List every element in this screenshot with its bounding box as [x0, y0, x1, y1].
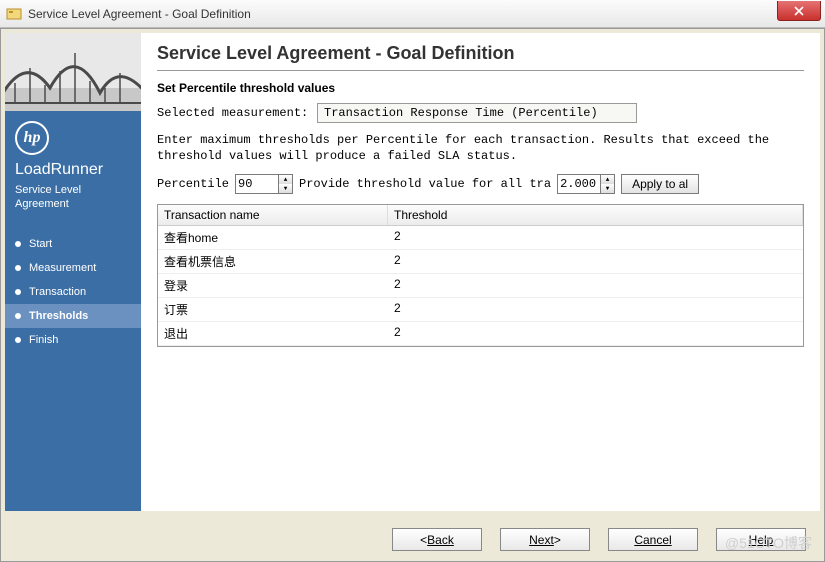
selected-measurement-row: Selected measurement: Transaction Respon…	[157, 103, 804, 123]
step-measurement[interactable]: Measurement	[5, 256, 141, 280]
cell-name: 订票	[158, 298, 388, 321]
header-threshold[interactable]: Threshold	[388, 205, 803, 225]
step-label: Transaction	[29, 286, 86, 298]
table-row[interactable]: 退出2	[158, 322, 803, 346]
back-label: Back	[427, 533, 454, 547]
window-title: Service Level Agreement - Goal Definitio…	[28, 7, 251, 21]
cell-name: 退出	[158, 322, 388, 345]
cell-threshold: 2	[388, 250, 803, 273]
cell-threshold: 2	[388, 298, 803, 321]
table-row[interactable]: 查看home2	[158, 226, 803, 250]
apply-to-all-button[interactable]: Apply to al	[621, 174, 699, 194]
content-area: hp LoadRunner Service Level Agreement St…	[5, 33, 820, 511]
threshold-spinner[interactable]: ▲▼	[557, 174, 615, 194]
step-start[interactable]: Start	[5, 232, 141, 256]
instructions-text: Enter maximum thresholds per Percentile …	[157, 133, 804, 164]
bullet-icon	[15, 289, 21, 295]
step-thresholds[interactable]: Thresholds	[5, 304, 141, 328]
sidebar-brand: hp LoadRunner Service Level Agreement	[5, 111, 141, 226]
spin-down-icon[interactable]: ▼	[279, 184, 292, 193]
selected-measurement-label: Selected measurement:	[157, 106, 317, 120]
help-label: Help	[749, 533, 774, 547]
cell-name: 查看home	[158, 226, 388, 249]
app-icon	[6, 6, 22, 22]
percentile-input[interactable]	[235, 174, 279, 194]
main-content: Service Level Agreement - Goal Definitio…	[141, 33, 820, 511]
cancel-button[interactable]: Cancel	[608, 528, 698, 551]
next-label: Next	[529, 533, 554, 547]
subproduct-name: Service Level Agreement	[15, 183, 131, 212]
next-button[interactable]: Next >	[500, 528, 590, 551]
bullet-icon	[15, 265, 21, 271]
bullet-icon	[15, 241, 21, 247]
spin-up-icon[interactable]: ▲	[601, 175, 614, 184]
threshold-table: Transaction name Threshold 查看home2 查看机票信…	[157, 204, 804, 347]
divider	[157, 70, 804, 71]
section-title: Set Percentile threshold values	[157, 81, 804, 95]
table-header: Transaction name Threshold	[158, 205, 803, 226]
spin-down-icon[interactable]: ▼	[601, 184, 614, 193]
step-transaction[interactable]: Transaction	[5, 280, 141, 304]
sidebar-image	[5, 33, 141, 111]
selected-measurement-value: Transaction Response Time (Percentile)	[317, 103, 637, 123]
help-button[interactable]: Help	[716, 528, 806, 551]
cell-name: 查看机票信息	[158, 250, 388, 273]
provide-threshold-label: Provide threshold value for all tra	[299, 177, 551, 191]
step-label: Measurement	[29, 262, 96, 274]
cell-threshold: 2	[388, 274, 803, 297]
table-row[interactable]: 订票2	[158, 298, 803, 322]
step-label: Thresholds	[29, 310, 88, 322]
spin-up-icon[interactable]: ▲	[279, 175, 292, 184]
close-icon	[794, 6, 804, 16]
table-row[interactable]: 登录2	[158, 274, 803, 298]
cell-threshold: 2	[388, 322, 803, 345]
page-title: Service Level Agreement - Goal Definitio…	[157, 43, 804, 64]
hp-logo: hp	[15, 121, 49, 155]
product-name: LoadRunner	[15, 161, 131, 179]
close-button[interactable]	[777, 1, 821, 21]
table-body: 查看home2 查看机票信息2 登录2 订票2 退出2	[158, 226, 803, 346]
cell-name: 登录	[158, 274, 388, 297]
percentile-row: Percentile ▲▼ Provide threshold value fo…	[157, 174, 804, 194]
step-finish[interactable]: Finish	[5, 328, 141, 352]
header-transaction-name[interactable]: Transaction name	[158, 205, 388, 225]
cancel-label: Cancel	[634, 533, 671, 547]
threshold-input[interactable]	[557, 174, 601, 194]
table-row[interactable]: 查看机票信息2	[158, 250, 803, 274]
sidebar: hp LoadRunner Service Level Agreement St…	[5, 33, 141, 511]
percentile-label: Percentile	[157, 177, 229, 191]
back-button[interactable]: < Back	[392, 528, 482, 551]
bullet-icon	[15, 313, 21, 319]
wizard-steps: Start Measurement Transaction Thresholds…	[5, 226, 141, 511]
titlebar: Service Level Agreement - Goal Definitio…	[0, 0, 825, 28]
main-container: hp LoadRunner Service Level Agreement St…	[0, 28, 825, 562]
cell-threshold: 2	[388, 226, 803, 249]
bullet-icon	[15, 337, 21, 343]
percentile-spinner[interactable]: ▲▼	[235, 174, 293, 194]
button-bar: < Back Next > Cancel Help	[392, 528, 806, 551]
step-label: Start	[29, 238, 52, 250]
step-label: Finish	[29, 334, 58, 346]
